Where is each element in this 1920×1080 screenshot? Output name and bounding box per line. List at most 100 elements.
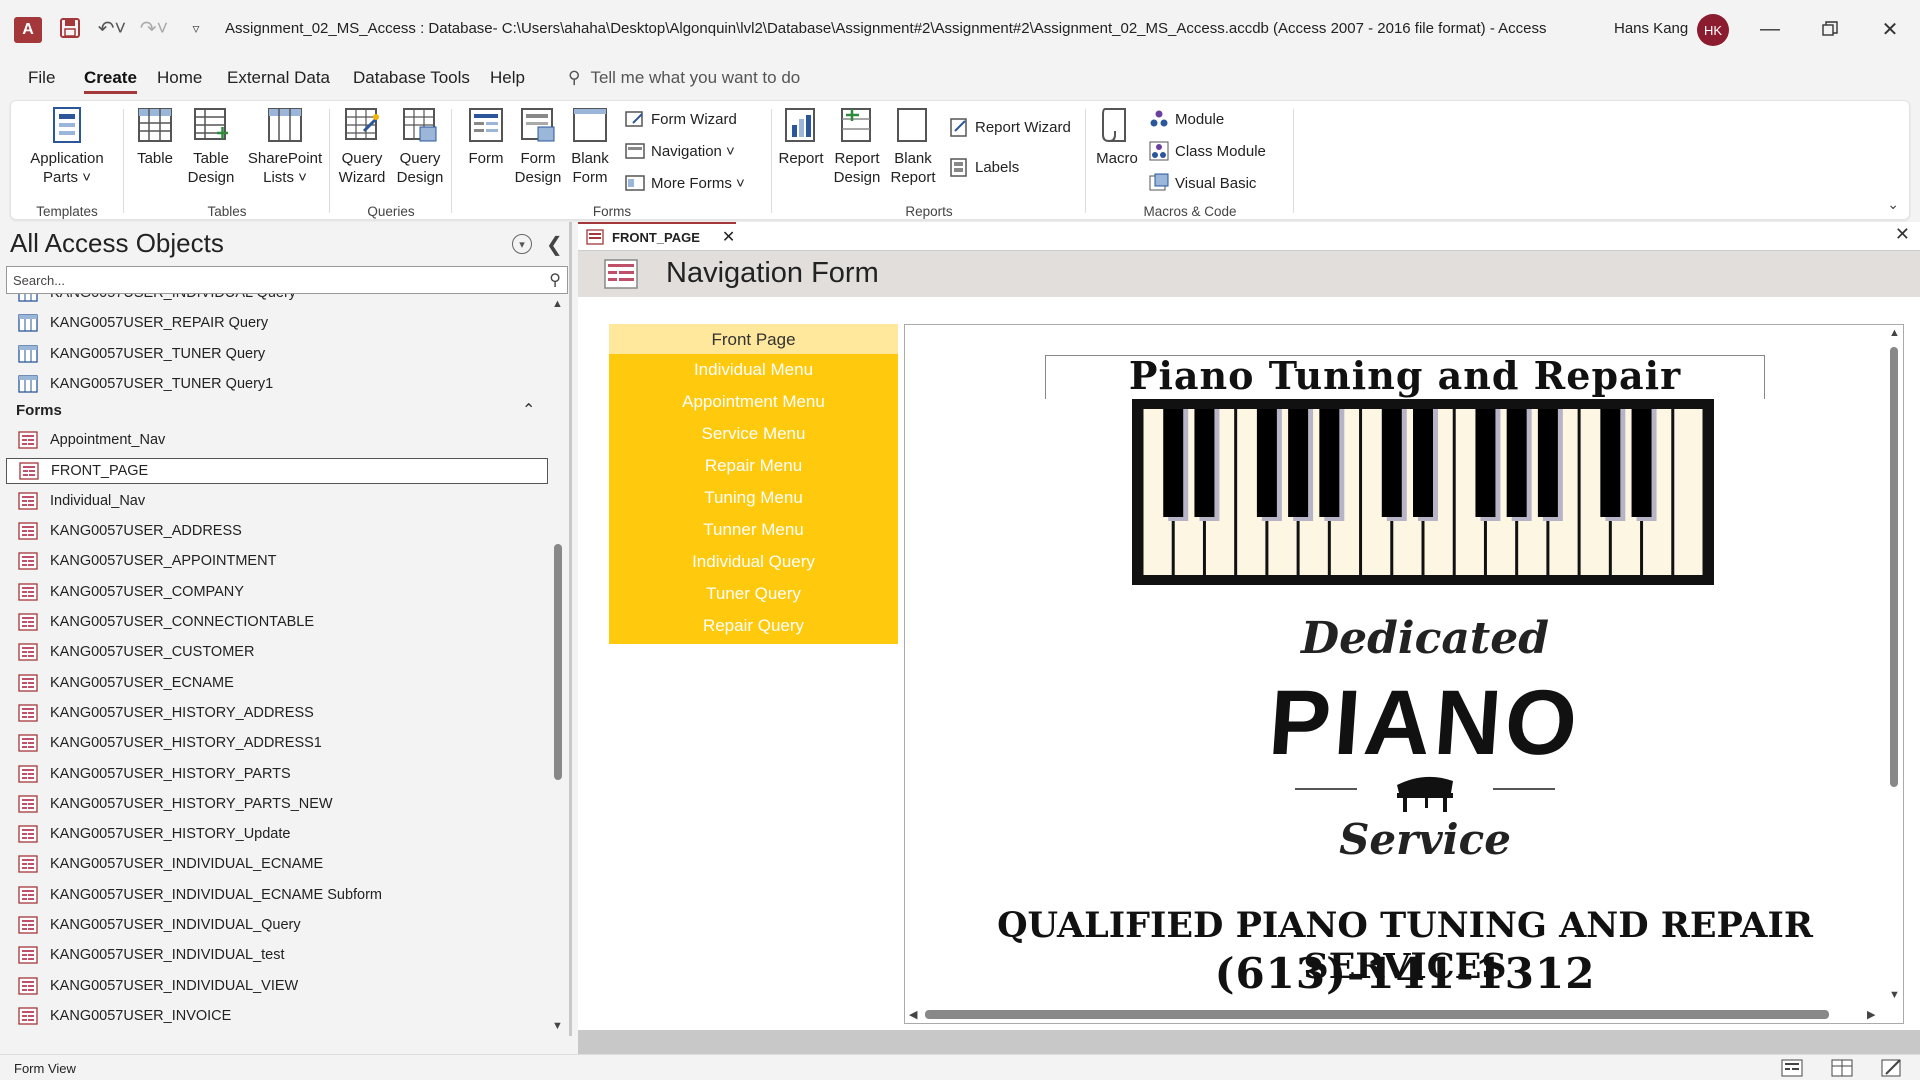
nav-scrollbar[interactable]: ▲ ▼ — [550, 294, 566, 1036]
document-tab-front-page[interactable]: FRONT_PAGE ✕ — [578, 222, 736, 250]
nav-button-tuner-query[interactable]: Tuner Query — [609, 578, 898, 610]
nav-form-item[interactable]: KANG0057USER_INDIVIDUAL_VIEW — [18, 973, 298, 999]
nav-form-item[interactable]: KANG0057USER_CONNECTIONTABLE — [18, 609, 314, 635]
save-icon[interactable] — [56, 14, 84, 42]
form-design-button[interactable]: Form Design — [513, 105, 563, 187]
scroll-thumb[interactable] — [554, 544, 562, 780]
nav-form-item[interactable]: KANG0057USER_PARTS — [18, 1033, 219, 1036]
tab-create[interactable]: Create — [84, 68, 137, 94]
report-design-button[interactable]: Report Design — [829, 105, 885, 187]
nav-form-item[interactable]: Appointment_Nav — [18, 427, 165, 453]
blank-report-button[interactable]: Blank Report — [887, 105, 939, 187]
nav-button-service-menu[interactable]: Service Menu — [609, 418, 898, 450]
subform-horizontal-scrollbar[interactable]: ◀ ▶ — [905, 1005, 1885, 1023]
nav-button-repair-query[interactable]: Repair Query — [609, 610, 898, 642]
tab-external-data[interactable]: External Data — [227, 68, 330, 88]
sharepoint-lists-button[interactable]: SharePoint Lists ˅ — [243, 105, 327, 187]
visual-basic-button[interactable]: Visual Basic — [1149, 173, 1256, 193]
scroll-up-icon[interactable]: ▲ — [552, 298, 563, 310]
nav-form-item[interactable]: KANG0057USER_HISTORY_PARTS_NEW — [18, 791, 333, 817]
layout-view-icon[interactable] — [1830, 1058, 1854, 1078]
nav-form-item[interactable]: KANG0057USER_INVOICE — [18, 1003, 231, 1029]
nav-button-individual-query[interactable]: Individual Query — [609, 546, 898, 578]
form-wizard-button[interactable]: Form Wizard — [625, 109, 737, 129]
nav-button-tuning-menu[interactable]: Tuning Menu — [609, 482, 898, 514]
class-module-button[interactable]: Class Module — [1149, 141, 1266, 161]
nav-form-item[interactable]: KANG0057USER_COMPANY — [18, 579, 244, 605]
query-design-button[interactable]: Query Design — [391, 105, 449, 187]
nav-form-item[interactable]: KANG0057USER_INDIVIDUAL_Query — [18, 912, 301, 938]
table-button[interactable]: Table — [129, 105, 181, 168]
nav-form-item[interactable]: Individual_Nav — [18, 488, 145, 514]
tab-database-tools[interactable]: Database Tools — [353, 68, 470, 88]
scroll-up-icon[interactable]: ▲ — [1889, 327, 1900, 339]
design-view-icon[interactable] — [1880, 1058, 1904, 1078]
nav-form-item[interactable]: KANG0057USER_HISTORY_PARTS — [18, 761, 291, 787]
table-design-button[interactable]: Table Design — [183, 105, 239, 187]
nav-button-individual-menu[interactable]: Individual Menu — [609, 354, 898, 386]
subform-vertical-scrollbar[interactable]: ▲ ▼ — [1885, 325, 1903, 1005]
form-button[interactable]: Form — [461, 105, 511, 168]
minimize-icon[interactable]: — — [1750, 12, 1790, 46]
nav-form-item[interactable]: FRONT_PAGE — [6, 457, 548, 484]
nav-button-repair-menu[interactable]: Repair Menu — [609, 450, 898, 482]
scroll-left-icon[interactable]: ◀ — [909, 1008, 917, 1021]
nav-query-item[interactable]: KANG0057USER_INDIVIDUAL Query — [18, 294, 296, 306]
user-avatar[interactable]: HK — [1697, 14, 1729, 46]
nav-query-item[interactable]: KANG0057USER_TUNER Query1 — [18, 371, 273, 397]
nav-form-item[interactable]: KANG0057USER_APPOINTMENT — [18, 548, 276, 574]
nav-form-item[interactable]: KANG0057USER_ADDRESS — [18, 518, 242, 544]
application-parts-button[interactable]: Application Parts ˅ — [25, 105, 109, 187]
user-name[interactable]: Hans Kang — [1614, 20, 1688, 37]
scroll-right-icon[interactable]: ▶ — [1867, 1008, 1875, 1021]
redo-icon[interactable]: ↷˅ — [140, 14, 168, 42]
nav-form-item[interactable]: KANG0057USER_HISTORY_Update — [18, 821, 290, 847]
close-tab-icon[interactable]: ✕ — [722, 227, 735, 247]
nav-button-tunner-menu[interactable]: Tunner Menu — [609, 514, 898, 546]
nav-item-label: KANG0057USER_REPAIR Query — [50, 315, 269, 332]
collapse-ribbon-icon[interactable]: ⌄ — [1887, 196, 1899, 213]
nav-form-item[interactable]: KANG0057USER_INDIVIDUAL_ECNAME Subform — [18, 882, 382, 908]
nav-form-item[interactable]: KANG0057USER_INDIVIDUAL_ECNAME — [18, 851, 323, 877]
close-icon[interactable]: ✕ — [1870, 12, 1910, 46]
nav-pane-title[interactable]: All Access Objects — [10, 228, 224, 259]
nav-button-appointment-menu[interactable]: Appointment Menu — [609, 386, 898, 418]
scroll-down-icon[interactable]: ▼ — [1889, 989, 1900, 1001]
scroll-down-icon[interactable]: ▼ — [552, 1020, 563, 1032]
nav-pane-menu-icon[interactable]: ▾ — [512, 234, 532, 254]
nav-pane-collapse-icon[interactable]: ❮ — [546, 232, 563, 257]
customize-toolbar-icon[interactable]: ▿ — [182, 14, 210, 42]
query-wizard-button[interactable]: Query Wizard — [333, 105, 391, 187]
tab-home[interactable]: Home — [157, 68, 202, 88]
form-view-icon[interactable] — [1780, 1058, 1804, 1078]
nav-query-item[interactable]: KANG0057USER_TUNER Query — [18, 341, 265, 367]
nav-form-item[interactable]: KANG0057USER_CUSTOMER — [18, 639, 254, 665]
labels-button[interactable]: Labels — [949, 157, 1019, 177]
nav-search-input[interactable]: Search... ⚲ — [6, 266, 568, 294]
nav-query-item[interactable]: KANG0057USER_REPAIR Query — [18, 310, 268, 336]
tab-help[interactable]: Help — [490, 68, 525, 88]
macro-button[interactable]: Macro — [1091, 105, 1143, 168]
navigation-button[interactable]: Navigation ˅ — [625, 141, 735, 161]
nav-form-item[interactable]: KANG0057USER_ECNAME — [18, 670, 234, 696]
scroll-thumb[interactable] — [1890, 347, 1898, 787]
report-button[interactable]: Report — [775, 105, 827, 168]
search-icon[interactable]: ⚲ — [549, 270, 561, 290]
nav-form-item[interactable]: KANG0057USER_HISTORY_ADDRESS — [18, 700, 314, 726]
nav-button-front-page[interactable]: Front Page — [609, 324, 898, 354]
tell-me-box[interactable]: ⚲ Tell me what you want to do — [568, 68, 800, 88]
report-wizard-button[interactable]: Report Wizard — [949, 117, 1071, 137]
chevron-up-icon[interactable]: ⌃ — [522, 400, 535, 420]
blank-form-button[interactable]: Blank Form — [565, 105, 615, 187]
close-document-icon[interactable]: ✕ — [1895, 224, 1910, 245]
nav-form-item[interactable]: KANG0057USER_HISTORY_ADDRESS1 — [18, 730, 322, 756]
tab-file[interactable]: File — [28, 68, 55, 88]
module-button[interactable]: Module — [1149, 109, 1224, 129]
nav-section-forms[interactable]: Forms — [16, 402, 62, 419]
undo-icon[interactable]: ↶˅ — [98, 14, 126, 42]
nav-form-item[interactable]: KANG0057USER_INDIVIDUAL_test — [18, 942, 285, 968]
restore-icon[interactable] — [1810, 12, 1850, 46]
form-icon — [18, 613, 38, 631]
scroll-thumb[interactable] — [925, 1010, 1829, 1019]
more-forms-button[interactable]: More Forms ˅ — [625, 173, 745, 193]
